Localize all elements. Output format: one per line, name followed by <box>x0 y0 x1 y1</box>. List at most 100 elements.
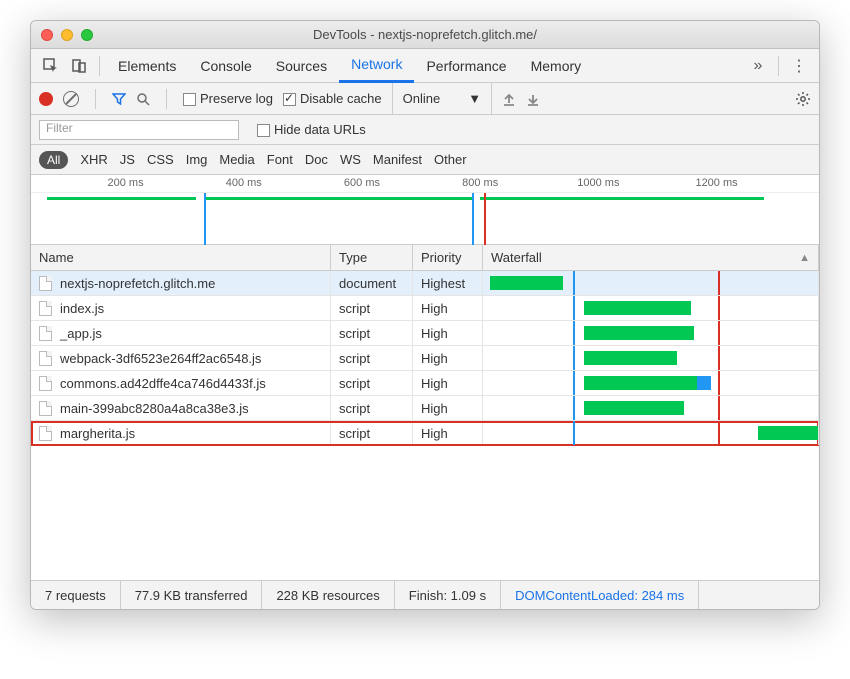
timeline[interactable]: 200 ms400 ms600 ms800 ms1000 ms1200 ms <box>31 175 819 245</box>
status-finish: Finish: 1.09 s <box>395 581 501 609</box>
type-filter-font[interactable]: Font <box>267 152 293 167</box>
download-har-icon[interactable] <box>526 92 540 106</box>
waterfall-marker <box>573 396 575 420</box>
cell-type: script <box>331 296 413 320</box>
upload-har-icon[interactable] <box>502 92 516 106</box>
tab-elements[interactable]: Elements <box>106 49 188 83</box>
waterfall-bar <box>584 376 698 390</box>
file-icon <box>39 426 52 441</box>
titlebar: DevTools - nextjs-noprefetch.glitch.me/ <box>31 21 819 49</box>
separator <box>95 89 96 109</box>
cell-type: script <box>331 396 413 420</box>
requests-table: Name Type Priority Waterfall▲ nextjs-nop… <box>31 245 819 581</box>
cell-waterfall <box>483 271 819 295</box>
type-filter-doc[interactable]: Doc <box>305 152 328 167</box>
waterfall-marker <box>718 296 720 320</box>
type-filter-css[interactable]: CSS <box>147 152 174 167</box>
type-filter-xhr[interactable]: XHR <box>80 152 107 167</box>
minimize-icon[interactable] <box>61 29 73 41</box>
waterfall-marker <box>573 296 575 320</box>
request-row[interactable]: webpack-3df6523e264ff2ac6548.jsscriptHig… <box>31 346 819 371</box>
disable-cache-checkbox[interactable]: Disable cache <box>283 91 382 106</box>
chevron-down-icon: ▼ <box>468 91 481 106</box>
type-filter-all[interactable]: All <box>39 151 68 169</box>
tab-console[interactable]: Console <box>188 49 263 83</box>
request-name: index.js <box>60 301 104 316</box>
cell-name: webpack-3df6523e264ff2ac6548.js <box>31 346 331 370</box>
device-toggle-icon[interactable] <box>65 52 93 80</box>
request-name: _app.js <box>60 326 102 341</box>
cell-name: nextjs-noprefetch.glitch.me <box>31 271 331 295</box>
tab-performance[interactable]: Performance <box>414 49 518 83</box>
separator <box>166 89 167 109</box>
waterfall-marker <box>718 346 720 370</box>
type-filter-js[interactable]: JS <box>120 152 135 167</box>
maximize-icon[interactable] <box>81 29 93 41</box>
waterfall-bar <box>584 351 678 365</box>
cell-type: document <box>331 271 413 295</box>
col-priority[interactable]: Priority <box>413 245 483 270</box>
throttle-select[interactable]: Online ▼ <box>392 83 492 115</box>
timeline-tick: 800 ms <box>462 177 498 189</box>
file-icon <box>39 276 52 291</box>
timeline-tick: 1200 ms <box>695 177 737 189</box>
filter-input[interactable]: Filter <box>39 120 239 140</box>
filter-bar: Filter Hide data URLs <box>31 115 819 145</box>
status-dcl: DOMContentLoaded: 284 ms <box>501 581 699 609</box>
status-requests: 7 requests <box>31 581 121 609</box>
close-icon[interactable] <box>41 29 53 41</box>
window-controls <box>41 29 93 41</box>
cell-type: script <box>331 346 413 370</box>
hide-data-urls-label: Hide data URLs <box>274 122 366 137</box>
request-row[interactable]: index.jsscriptHigh <box>31 296 819 321</box>
type-filter-other[interactable]: Other <box>434 152 467 167</box>
waterfall-marker <box>573 421 575 445</box>
preserve-log-checkbox[interactable]: Preserve log <box>183 91 273 106</box>
separator <box>778 56 779 76</box>
clear-icon[interactable] <box>63 91 79 107</box>
inspect-icon[interactable] <box>37 52 65 80</box>
request-name: main-399abc8280a4a8ca38e3.js <box>60 401 249 416</box>
waterfall-marker <box>573 346 575 370</box>
request-name: commons.ad42dffe4ca746d4433f.js <box>60 376 266 391</box>
request-row[interactable]: margherita.js scriptHigh <box>31 421 819 446</box>
cell-type: script <box>331 421 413 445</box>
cell-waterfall <box>483 371 819 395</box>
search-icon[interactable] <box>136 92 150 106</box>
type-filter-media[interactable]: Media <box>219 152 254 167</box>
preserve-log-label: Preserve log <box>200 91 273 106</box>
cell-name: _app.js <box>31 321 331 345</box>
cell-name: main-399abc8280a4a8ca38e3.js <box>31 396 331 420</box>
tab-sources[interactable]: Sources <box>264 49 339 83</box>
tab-network[interactable]: Network <box>339 49 414 83</box>
kebab-menu-icon[interactable]: ⋮ <box>785 52 813 80</box>
timeline-bar <box>47 197 197 200</box>
type-filter-ws[interactable]: WS <box>340 152 361 167</box>
settings-icon[interactable] <box>795 91 811 107</box>
timeline-tick: 1000 ms <box>577 177 619 189</box>
waterfall-marker <box>718 271 720 295</box>
request-name: margherita.js <box>60 426 135 441</box>
timeline-tick: 400 ms <box>226 177 262 189</box>
filter-placeholder: Filter <box>46 121 73 135</box>
request-row[interactable]: commons.ad42dffe4ca746d4433f.jsscriptHig… <box>31 371 819 396</box>
request-row[interactable]: nextjs-noprefetch.glitch.medocumentHighe… <box>31 271 819 296</box>
record-button[interactable] <box>39 92 53 106</box>
panel-tabs: ElementsConsoleSourcesNetworkPerformance… <box>31 49 819 83</box>
col-waterfall[interactable]: Waterfall▲ <box>483 245 819 270</box>
request-row[interactable]: _app.jsscriptHigh <box>31 321 819 346</box>
waterfall-bar <box>584 326 695 340</box>
overflow-icon[interactable]: » <box>744 52 772 80</box>
col-name[interactable]: Name <box>31 245 331 270</box>
hide-data-urls-checkbox[interactable]: Hide data URLs <box>257 122 366 137</box>
col-type[interactable]: Type <box>331 245 413 270</box>
type-filter-manifest[interactable]: Manifest <box>373 152 422 167</box>
request-row[interactable]: main-399abc8280a4a8ca38e3.jsscriptHigh <box>31 396 819 421</box>
cell-priority: High <box>413 321 483 345</box>
filter-icon[interactable] <box>112 92 126 106</box>
type-filter-img[interactable]: Img <box>186 152 208 167</box>
status-transferred: 77.9 KB transferred <box>121 581 263 609</box>
cell-priority: High <box>413 421 483 445</box>
tab-memory[interactable]: Memory <box>519 49 594 83</box>
empty-space <box>31 446 819 581</box>
